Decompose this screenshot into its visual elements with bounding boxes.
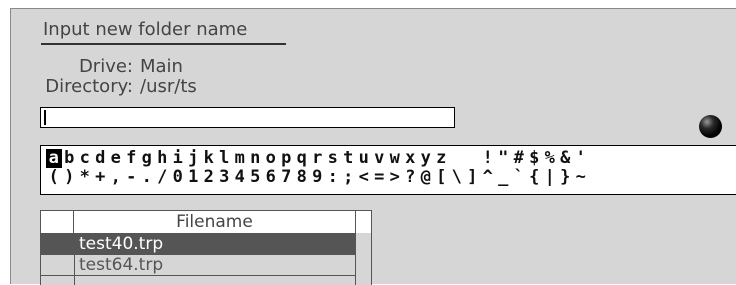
file-list: Filename test40.trp test64.trp <box>40 210 372 285</box>
char-key[interactable] <box>465 149 481 168</box>
char-key[interactable]: \ <box>449 168 465 187</box>
dialog-title: Input new folder name <box>43 19 248 40</box>
char-key[interactable]: ! <box>480 149 496 168</box>
char-key[interactable]: " <box>496 149 512 168</box>
char-key[interactable]: t <box>341 149 357 168</box>
filename-column-header[interactable]: Filename <box>74 211 355 233</box>
text-caret <box>44 110 46 125</box>
title-underline <box>41 43 286 45</box>
char-key[interactable]: [ <box>434 168 450 187</box>
char-key[interactable]: n <box>248 149 264 168</box>
char-key[interactable]: a <box>46 149 62 168</box>
char-key[interactable]: 5 <box>248 168 264 187</box>
drive-value: Main <box>140 56 183 77</box>
header-gutter <box>41 211 74 233</box>
file-name: test40.trp <box>79 234 164 254</box>
char-key[interactable]: , <box>108 168 124 187</box>
char-key[interactable]: j <box>186 149 202 168</box>
char-key[interactable]: & <box>558 149 574 168</box>
char-key[interactable]: k <box>201 149 217 168</box>
file-name: test64.trp <box>79 255 164 275</box>
char-key[interactable]: b <box>62 149 78 168</box>
char-key[interactable]: q <box>294 149 310 168</box>
char-key[interactable]: ~ <box>573 168 589 187</box>
char-key[interactable]: 8 <box>294 168 310 187</box>
row-gutter-divider <box>74 233 75 285</box>
char-key[interactable]: l <box>217 149 233 168</box>
char-key[interactable] <box>449 149 465 168</box>
char-key[interactable]: i <box>170 149 186 168</box>
char-key[interactable]: 6 <box>263 168 279 187</box>
char-key[interactable]: c <box>77 149 93 168</box>
char-row-2: () * +, -./0 1 2 3 4 5 6 7 8 9:; < = >? @[\] ^ _ `{|} ~ <box>46 168 589 187</box>
directory-row: Directory: /usr/ts <box>13 76 197 97</box>
char-key[interactable]: % <box>542 149 558 168</box>
char-key[interactable]: 1 <box>186 168 202 187</box>
scrollbar[interactable] <box>355 233 371 285</box>
char-key[interactable]: h <box>155 149 171 168</box>
char-key[interactable]: { <box>527 168 543 187</box>
char-key[interactable]: + <box>93 168 109 187</box>
char-key[interactable]: < <box>356 168 372 187</box>
char-key[interactable]: > <box>387 168 403 187</box>
char-key[interactable]: _ <box>496 168 512 187</box>
drive-label: Drive: <box>78 56 133 77</box>
char-key[interactable]: d <box>93 149 109 168</box>
char-key[interactable]: ? <box>403 168 419 187</box>
character-palette: abcdefghijklmnopqrstuvwxyz ! " # $% & ' () * +,… <box>40 145 736 195</box>
char-key[interactable]: | <box>542 168 558 187</box>
folder-name-input[interactable] <box>40 107 455 128</box>
char-key[interactable]: @ <box>418 168 434 187</box>
char-key[interactable]: ; <box>341 168 357 187</box>
header-corner <box>355 211 371 233</box>
char-key[interactable]: g <box>139 149 155 168</box>
char-key[interactable]: ^ <box>480 168 496 187</box>
file-row[interactable]: test64.trp <box>41 254 355 275</box>
char-key[interactable]: ] <box>465 168 481 187</box>
directory-label: Directory: <box>45 76 133 97</box>
char-key[interactable]: o <box>263 149 279 168</box>
char-key[interactable]: ` <box>511 168 527 187</box>
black-ball-icon <box>699 115 722 138</box>
directory-value: /usr/ts <box>140 76 197 97</box>
file-row[interactable]: test40.trp <box>41 233 355 254</box>
char-key[interactable]: - <box>124 168 140 187</box>
char-key[interactable]: $ <box>527 149 543 168</box>
char-key[interactable]: e <box>108 149 124 168</box>
char-key[interactable]: v <box>372 149 388 168</box>
char-key[interactable]: m <box>232 149 248 168</box>
char-key[interactable]: 2 <box>201 168 217 187</box>
char-key[interactable]: 9 <box>310 168 326 187</box>
char-key[interactable]: . <box>139 168 155 187</box>
char-key[interactable]: s <box>325 149 341 168</box>
char-key[interactable]: / <box>155 168 171 187</box>
char-key[interactable]: 3 <box>217 168 233 187</box>
char-key[interactable]: y <box>418 149 434 168</box>
char-key[interactable]: } <box>558 168 574 187</box>
char-key[interactable]: w <box>387 149 403 168</box>
char-key[interactable]: = <box>372 168 388 187</box>
char-key[interactable]: : <box>325 168 341 187</box>
char-key[interactable]: * <box>77 168 93 187</box>
char-key[interactable]: 7 <box>279 168 295 187</box>
char-key[interactable]: r <box>310 149 326 168</box>
char-key[interactable]: 0 <box>170 168 186 187</box>
char-key[interactable]: f <box>124 149 140 168</box>
char-key[interactable]: p <box>279 149 295 168</box>
char-key[interactable]: # <box>511 149 527 168</box>
char-key[interactable]: u <box>356 149 372 168</box>
char-key[interactable]: 4 <box>232 168 248 187</box>
char-key[interactable]: ) <box>62 168 78 187</box>
char-key[interactable]: z <box>434 149 450 168</box>
char-row-1: abcdefghijklmnopqrstuvwxyz ! " # $% & ' <box>46 149 589 168</box>
char-key[interactable]: ' <box>573 149 589 168</box>
char-key[interactable]: ( <box>46 168 62 187</box>
folder-name-dialog: Input new folder name Drive: Main Directo… <box>10 8 736 285</box>
char-key[interactable]: x <box>403 149 419 168</box>
drive-row: Drive: Main <box>13 57 183 77</box>
